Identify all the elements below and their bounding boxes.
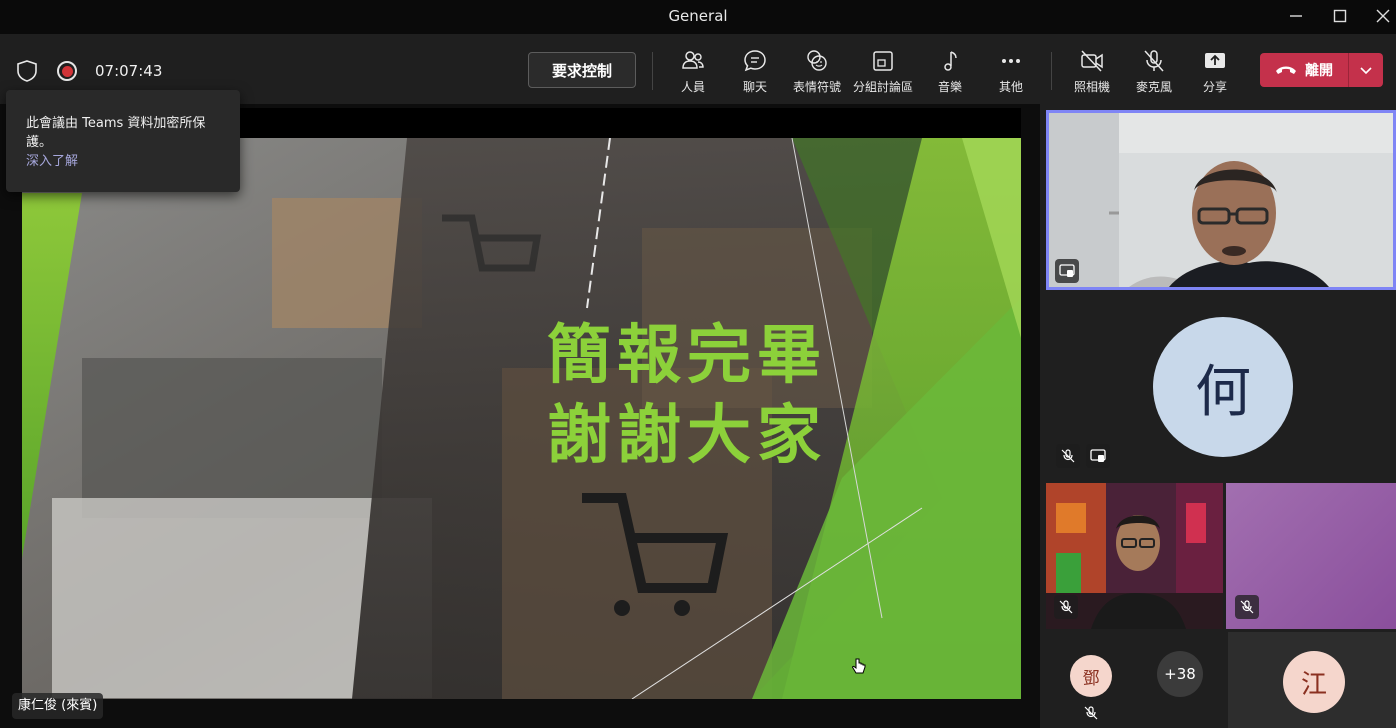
music-note-icon (944, 51, 957, 71)
encryption-tooltip: 此會議由 Teams 資料加密所保護。 深入了解 (6, 90, 240, 192)
mic-label: 麥克風 (1135, 80, 1172, 94)
recording-icon (57, 61, 77, 81)
participant-tile-he[interactable]: 何 (1046, 294, 1396, 470)
leave-button[interactable]: 離開 (1260, 53, 1348, 87)
mic-muted-icon (1056, 444, 1080, 468)
leave-label: 離開 (1305, 63, 1333, 79)
share-label: 分享 (1202, 80, 1227, 94)
chat-button[interactable]: 聊天 (738, 48, 772, 98)
toolbar-divider (652, 52, 653, 90)
close-window-button[interactable] (1368, 4, 1396, 28)
maximize-button[interactable] (1325, 4, 1355, 28)
emoji-icon (807, 50, 827, 71)
shared-content-stage: 簡報完畢 謝謝大家 康仁俊 (來賓) (0, 104, 1040, 728)
participant-tile-deng[interactable]: 鄧 +38 (1046, 632, 1223, 728)
more-button[interactable]: 其他 (995, 48, 1027, 98)
meeting-timer: 07:07:43 (95, 62, 163, 80)
window-title: General (668, 7, 728, 25)
mic-muted-icon (1084, 705, 1098, 724)
tooltip-text: 此會議由 Teams 資料加密所保護。 (26, 116, 206, 150)
slide-background (22, 138, 1021, 699)
hang-up-icon (1276, 66, 1296, 74)
chevron-down-icon (1360, 67, 1372, 75)
toolbar-divider (1051, 52, 1052, 90)
mic-off-icon (1144, 50, 1164, 72)
reactions-label: 表情符號 (792, 80, 841, 94)
share-icon (1205, 53, 1225, 68)
avatar: 鄧 (1070, 655, 1112, 697)
presenter-name-label: 康仁俊 (來賓) (12, 693, 104, 719)
camera-label: 照相機 (1073, 80, 1110, 94)
reactions-button[interactable]: 表情符號 (792, 48, 842, 98)
music-button[interactable]: 音樂 (934, 48, 966, 98)
pop-out-icon[interactable] (1055, 259, 1079, 283)
participant-tile-active-speaker[interactable] (1046, 110, 1396, 290)
leave-options-button[interactable] (1349, 53, 1383, 87)
learn-more-link[interactable]: 深入了解 (26, 154, 78, 169)
slide-line-2: 謝謝大家 (547, 399, 827, 473)
breakout-rooms-button[interactable]: 分組討論區 (853, 48, 913, 98)
chat-icon (744, 50, 766, 72)
overflow-participants-button[interactable]: +38 (1157, 651, 1203, 697)
presentation-slide: 簡報完畢 謝謝大家 (22, 138, 1021, 699)
people-icon (682, 51, 704, 69)
more-label: 其他 (998, 80, 1023, 94)
mic-button[interactable]: 麥克風 (1132, 48, 1176, 98)
pop-out-icon[interactable] (1086, 444, 1110, 468)
people-label: 人員 (680, 80, 705, 94)
minimize-button[interactable] (1281, 4, 1311, 28)
participant-video (1049, 113, 1393, 287)
people-button[interactable]: 人員 (676, 48, 710, 98)
share-button[interactable]: 分享 (1199, 48, 1231, 98)
shield-icon[interactable] (14, 58, 40, 84)
mic-muted-icon (1235, 595, 1259, 619)
camera-off-icon (1081, 50, 1103, 72)
slide-title: 簡報完畢 謝謝大家 (547, 316, 827, 476)
leave-button-group: 離開 (1260, 53, 1383, 87)
participant-tile-video[interactable] (1046, 483, 1223, 629)
mic-muted-icon (1054, 595, 1078, 619)
breakout-rooms-icon (873, 51, 893, 71)
title-bar: General (0, 0, 1396, 34)
music-label: 音樂 (937, 80, 962, 94)
avatar: 江 (1283, 651, 1345, 713)
request-control-button[interactable]: 要求控制 (528, 52, 636, 88)
more-icon (1002, 59, 1020, 63)
participant-tile-jiang[interactable]: 江 (1228, 632, 1396, 728)
slide-line-1: 簡報完畢 (547, 319, 827, 393)
chat-label: 聊天 (742, 80, 767, 94)
camera-button[interactable]: 照相機 (1070, 48, 1114, 98)
breakout-rooms-label: 分組討論區 (853, 80, 914, 94)
participant-tile-video[interactable] (1226, 483, 1396, 629)
avatar: 何 (1153, 317, 1293, 457)
participant-gallery: 何 鄧 +38 江 (1040, 104, 1396, 728)
